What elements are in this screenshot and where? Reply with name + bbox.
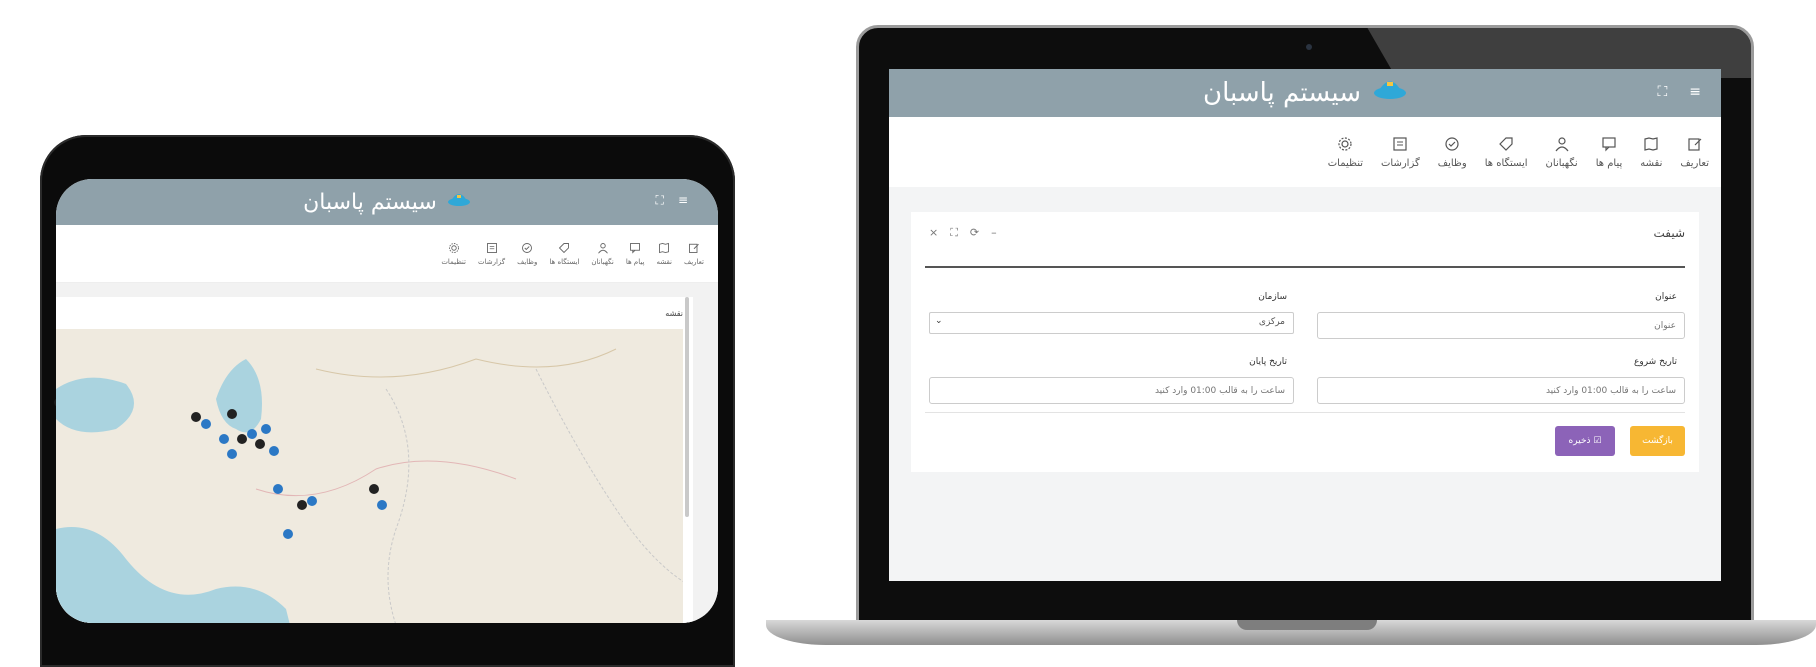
start-time-field[interactable]	[1317, 377, 1685, 404]
tab-label: نقشه	[1640, 157, 1663, 169]
card-header-divider	[925, 266, 1685, 268]
start-date-label: تاریخ شروع	[1634, 357, 1677, 367]
guard-cap-logo-icon	[447, 190, 471, 215]
tab-reports[interactable]: گزارشات	[1381, 136, 1420, 169]
menu-icon[interactable]: ≡	[1689, 84, 1701, 100]
laptop-toolbar: تنظیمات گزارشات وظایف ایستگاه ها نگهبانا…	[889, 117, 1721, 187]
report-icon	[1393, 136, 1407, 151]
tab-definitions[interactable]: تعاریف	[1680, 136, 1709, 169]
map-card-title: نقشه	[665, 309, 683, 318]
tab-label: تعاریف	[1680, 157, 1709, 169]
card-title: شیفت	[1653, 226, 1685, 240]
organization-value: مرکزی	[1258, 317, 1285, 327]
map-canvas[interactable]	[56, 329, 683, 623]
menu-icon[interactable]: ≡	[678, 193, 688, 208]
tab-label: وظایف	[517, 257, 538, 266]
end-time-field[interactable]	[929, 377, 1294, 404]
tab-label: ایستگاه ها	[549, 257, 580, 266]
tablet-header-icons: ⛶ ≡	[656, 193, 688, 208]
back-button[interactable]: بازگشت	[1630, 426, 1685, 456]
tag-icon	[1499, 136, 1513, 151]
user-icon	[1555, 136, 1569, 151]
tab-definitions[interactable]: تعاریف	[684, 242, 704, 266]
tab-label: ایستگاه ها	[1484, 157, 1528, 169]
device-mockup-stage: سیستم پاسبان ⛶ ≡ تنظیمات گزارشات وظایف ا…	[0, 0, 1816, 667]
map-icon	[659, 242, 670, 253]
tablet-app-title: سیستم پاسبان	[303, 190, 471, 215]
tablet-content: نقشه	[56, 283, 718, 623]
edit-icon	[1688, 137, 1702, 151]
tab-tasks[interactable]: وظایف	[1438, 136, 1467, 169]
check-circle-icon	[522, 242, 533, 253]
save-button[interactable]: ☑ ذخیره	[1555, 426, 1615, 456]
tab-label: نگهبانان	[591, 257, 614, 266]
tablet-app-header: سیستم پاسبان ⛶ ≡	[56, 179, 718, 225]
laptop-app-header: سیستم پاسبان ⛶ ≡	[889, 69, 1721, 117]
tab-label: نگهبانان	[1545, 157, 1578, 169]
end-date-label: تاریخ پایان	[1249, 357, 1287, 367]
tab-stations[interactable]: ایستگاه ها	[549, 242, 579, 266]
tab-label: تنظیمات	[1327, 157, 1364, 169]
tab-label: پیام ها	[625, 257, 645, 266]
organization-select[interactable]: مرکزی ⌄	[929, 312, 1294, 334]
map-view[interactable]	[56, 329, 683, 623]
tab-map[interactable]: نقشه	[656, 242, 672, 266]
tab-messages[interactable]: پیام ها	[625, 242, 645, 266]
fullscreen-icon[interactable]: ⛶	[656, 193, 664, 208]
tab-label: پیام ها	[1595, 157, 1623, 169]
tab-reports[interactable]: گزارشات	[478, 242, 505, 266]
vertical-scrollbar[interactable]	[685, 297, 689, 517]
tag-icon	[559, 242, 570, 253]
card-tools: × ⛶ ⟳ –	[929, 226, 997, 240]
shift-form-card: شیفت × ⛶ ⟳ – عنوان سازمان مرکزی ⌄ تاریخ …	[911, 212, 1699, 472]
map-icon	[1644, 136, 1658, 151]
app-title-text: سیستم پاسبان	[1202, 78, 1362, 108]
tab-label: گزارشات	[1381, 157, 1420, 169]
tab-tasks[interactable]: وظایف	[517, 242, 537, 266]
tab-label: نقشه	[656, 257, 672, 266]
refresh-icon[interactable]: ⟳	[970, 226, 979, 240]
laptop-header-icons: ⛶ ≡	[1657, 84, 1701, 100]
laptop-device: سیستم پاسبان ⛶ ≡ تنظیمات گزارشات وظایف ا…	[856, 25, 1754, 623]
chevron-down-icon: ⌄	[935, 316, 943, 326]
laptop-camera	[1306, 44, 1312, 50]
message-icon	[1602, 136, 1616, 151]
guard-cap-logo-icon	[1373, 77, 1407, 110]
tablet-device: سیستم پاسبان ⛶ ≡ تنظیمات گزارشات وظایف ا…	[40, 135, 735, 667]
expand-icon[interactable]: ⛶	[950, 226, 958, 240]
tab-stations[interactable]: ایستگاه ها	[1485, 136, 1528, 169]
map-card: نقشه	[56, 297, 693, 623]
title-field[interactable]	[1317, 312, 1685, 339]
laptop-screen: سیستم پاسبان ⛶ ≡ تنظیمات گزارشات وظایف ا…	[889, 69, 1721, 581]
organization-label: سازمان	[1258, 292, 1287, 302]
tab-label: تنظیمات	[441, 257, 466, 266]
collapse-icon[interactable]: –	[991, 226, 997, 240]
fullscreen-icon[interactable]: ⛶	[1657, 84, 1667, 100]
tab-messages[interactable]: پیام ها	[1595, 136, 1623, 169]
app-title-text: سیستم پاسبان	[303, 189, 437, 215]
close-icon[interactable]: ×	[929, 226, 938, 240]
tab-label: تعاریف	[683, 257, 704, 266]
tab-label: گزارشات	[478, 257, 506, 266]
laptop-notch	[1237, 620, 1377, 630]
form-divider	[925, 412, 1685, 413]
tab-guards[interactable]: نگهبانان	[1546, 136, 1578, 169]
laptop-app-title: سیستم پاسبان	[1203, 77, 1407, 110]
tablet-screen: سیستم پاسبان ⛶ ≡ تنظیمات گزارشات وظایف ا…	[56, 179, 718, 623]
tab-map[interactable]: نقشه	[1640, 136, 1662, 169]
user-icon	[597, 242, 608, 254]
tab-settings[interactable]: تنظیمات	[441, 242, 466, 266]
tab-settings[interactable]: تنظیمات	[1328, 136, 1363, 169]
edit-icon	[689, 243, 699, 253]
tab-guards[interactable]: نگهبانان	[591, 242, 614, 266]
gear-icon	[1338, 136, 1352, 151]
tablet-toolbar: تنظیمات گزارشات وظایف ایستگاه ها نگهبانا…	[56, 225, 718, 283]
tab-label: وظایف	[1437, 157, 1467, 169]
gear-icon	[448, 242, 459, 253]
message-icon	[630, 242, 641, 254]
check-circle-icon	[1445, 136, 1459, 151]
title-label: عنوان	[1655, 292, 1677, 302]
report-icon	[486, 242, 497, 253]
